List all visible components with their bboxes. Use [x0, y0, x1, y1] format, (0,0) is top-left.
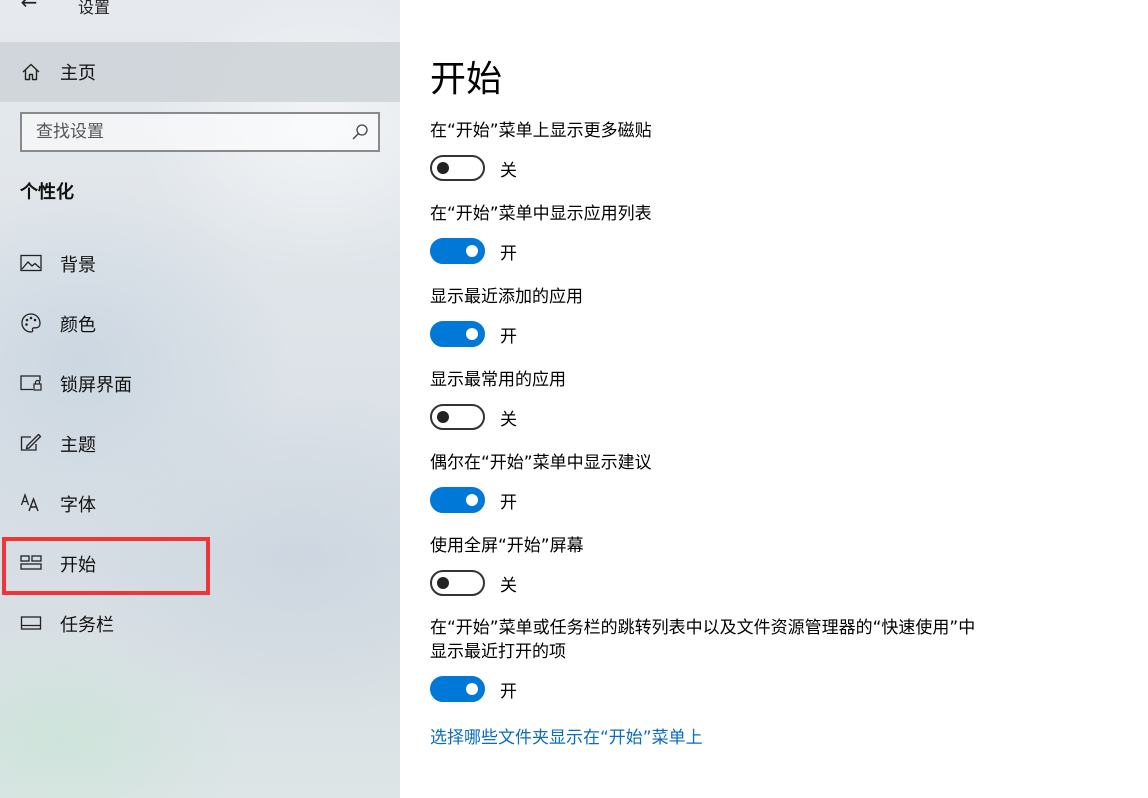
toggle-knob	[437, 577, 449, 589]
toggle-state-label: 开	[500, 244, 517, 264]
main-content: 开始 在“开始”菜单上显示更多磁贴 关 在“开始”菜单中显示应用列表 开 显示最…	[400, 0, 1148, 798]
sidebar-item-label: 主页	[60, 63, 96, 84]
toggle-row: 开	[430, 487, 1030, 517]
toggle-switch[interactable]	[430, 404, 485, 430]
sidebar-item-label: 任务栏	[60, 615, 114, 636]
choose-folders-link[interactable]: 选择哪些文件夹显示在“开始”菜单上	[430, 723, 703, 748]
back-arrow-icon: ←	[20, 0, 38, 14]
toggle-row: 开	[430, 321, 1030, 351]
section-title: 个性化	[20, 182, 74, 203]
home-icon	[20, 61, 42, 83]
image-icon	[20, 252, 42, 274]
search-box	[20, 112, 380, 152]
page-title: 开始	[430, 59, 503, 100]
setting-label: 在“开始”菜单中显示应用列表	[430, 204, 652, 224]
sidebar-item-label: 主题	[60, 435, 96, 456]
toggle-row: 开	[430, 676, 1030, 706]
toggle-switch[interactable]	[430, 238, 485, 264]
sidebar-item-lock-screen[interactable]: 锁屏界面	[0, 353, 400, 413]
sidebar: ← 设置 主页 个性化 背景	[0, 0, 400, 798]
toggle-switch[interactable]	[430, 155, 485, 181]
setting-most-used: 显示最常用的应用 关	[430, 368, 1030, 434]
window-title: 设置	[78, 0, 111, 17]
setting-label: 显示最近添加的应用	[430, 287, 583, 307]
toggle-state-label: 开	[500, 682, 517, 702]
toggle-switch[interactable]	[430, 570, 485, 596]
setting-label: 显示最常用的应用	[430, 370, 566, 390]
sidebar-item-fonts[interactable]: 字体	[0, 473, 400, 533]
toggle-knob	[466, 683, 478, 695]
theme-brush-icon	[20, 432, 42, 454]
search-input[interactable]	[22, 114, 342, 150]
toggle-knob	[466, 245, 478, 257]
sidebar-item-themes[interactable]: 主题	[0, 413, 400, 473]
search-icon[interactable]	[350, 122, 370, 142]
toggle-switch[interactable]	[430, 321, 485, 347]
setting-more-tiles: 在“开始”菜单上显示更多磁贴 关	[430, 119, 1030, 185]
setting-full-screen: 使用全屏“开始”屏幕 关	[430, 534, 1030, 600]
sidebar-item-taskbar[interactable]: 任务栏	[0, 593, 400, 653]
sidebar-item-label: 锁屏界面	[60, 375, 132, 396]
sidebar-item-colors[interactable]: 颜色	[0, 293, 400, 353]
setting-label-line1: 在“开始”菜单或任务栏的跳转列表中以及文件资源管理器的“快速使用”中	[430, 618, 976, 638]
setting-suggestions: 偶尔在“开始”菜单中显示建议 开	[430, 451, 1030, 517]
toggle-row: 开	[430, 238, 1030, 268]
selection-highlight-box	[2, 537, 210, 595]
lock-screen-icon	[20, 372, 42, 394]
toggle-knob	[437, 162, 449, 174]
setting-app-list: 在“开始”菜单中显示应用列表 开	[430, 202, 1030, 268]
palette-icon	[20, 312, 42, 334]
toggle-state-label: 关	[500, 576, 517, 596]
toggle-state-label: 关	[500, 410, 517, 430]
toggle-knob	[466, 494, 478, 506]
toggle-state-label: 开	[500, 493, 517, 513]
sidebar-item-label: 字体	[60, 495, 96, 516]
setting-label: 使用全屏“开始”屏幕	[430, 536, 584, 556]
setting-label-line2: 显示最近打开的项	[430, 642, 566, 662]
toggle-state-label: 开	[500, 327, 517, 347]
setting-recently-added: 显示最近添加的应用 开	[430, 285, 1030, 351]
toggle-row: 关	[430, 570, 1030, 600]
toggle-row: 关	[430, 404, 1030, 434]
sidebar-item-background[interactable]: 背景	[0, 233, 400, 293]
toggle-switch[interactable]	[430, 676, 485, 702]
toggle-knob	[466, 328, 478, 340]
toggle-knob	[437, 411, 449, 423]
sidebar-item-label: 背景	[60, 255, 96, 276]
back-button[interactable]: ←	[14, 0, 44, 14]
setting-recent-items: 在“开始”菜单或任务栏的跳转列表中以及文件资源管理器的“快速使用”中 显示最近打…	[430, 616, 1030, 706]
sidebar-item-label: 颜色	[60, 315, 96, 336]
toggle-switch[interactable]	[430, 487, 485, 513]
taskbar-icon	[20, 612, 42, 634]
font-icon	[20, 492, 42, 514]
title-bar: ← 设置	[0, 0, 400, 42]
setting-label: 在“开始”菜单上显示更多磁贴	[430, 121, 652, 141]
toggle-row: 关	[430, 155, 1030, 185]
settings-window: ← 设置 主页 个性化 背景	[0, 0, 1148, 798]
toggle-state-label: 关	[500, 161, 517, 181]
setting-label: 偶尔在“开始”菜单中显示建议	[430, 453, 652, 473]
sidebar-item-home[interactable]: 主页	[0, 42, 400, 102]
